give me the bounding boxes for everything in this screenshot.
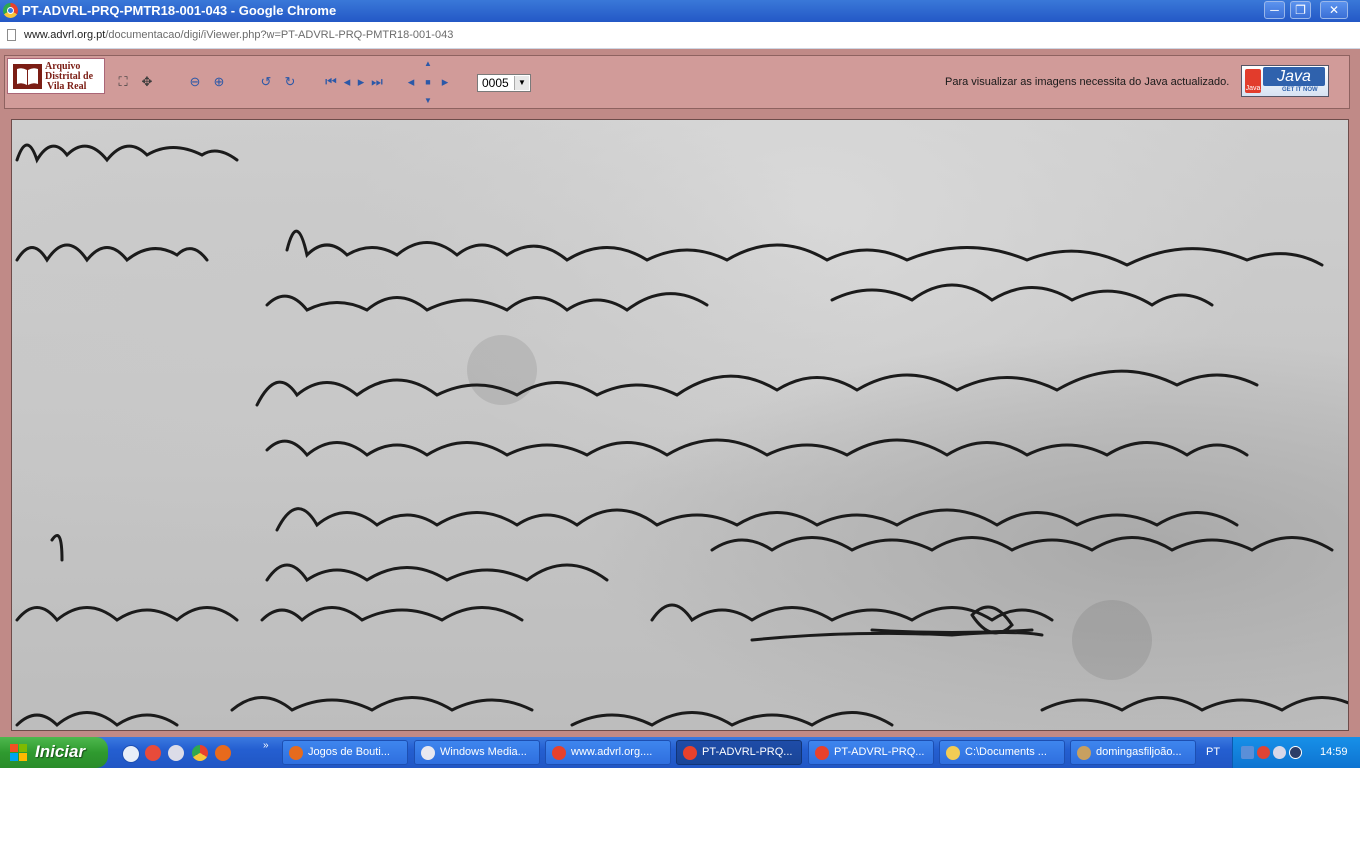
task-label: C:\Documents ...	[965, 746, 1047, 758]
page-icon	[7, 29, 16, 41]
zoom-in-icon[interactable]: ⊕	[211, 74, 227, 90]
script-stroke	[15, 243, 209, 263]
quick-launch-security-icon[interactable]	[145, 745, 161, 761]
task-app-icon	[946, 746, 960, 760]
taskbar-button[interactable]: www.advrl.org....	[545, 740, 671, 765]
task-label: PT-ADVRL-PRQ...	[834, 746, 925, 758]
system-tray: 14:59	[1232, 737, 1360, 768]
document-viewer: Arquivo Distrital de Vila Real ⛶ ✥ ⊖ ⊕ ↺…	[0, 49, 1360, 737]
fit-page-icon[interactable]: ⛶	[115, 74, 131, 90]
rotate-right-icon[interactable]: ↻	[282, 74, 298, 90]
last-page-icon[interactable]: ⏭	[369, 74, 385, 90]
task-app-icon	[1077, 746, 1091, 760]
quick-launch-media-icon[interactable]	[168, 745, 184, 761]
window-title-bar: PT-ADVRL-PRQ-PMTR18-001-043 - Google Chr…	[0, 0, 1360, 22]
next-page-icon[interactable]: ▸	[353, 74, 369, 90]
windows-logo-icon	[10, 744, 27, 761]
first-page-icon[interactable]: ⏮	[323, 74, 339, 90]
pan-down-icon[interactable]: ▼	[420, 93, 436, 109]
maximize-button[interactable]: ❐	[1290, 1, 1311, 19]
task-app-icon	[552, 746, 566, 760]
language-indicator[interactable]: PT	[1206, 746, 1220, 758]
java-cup-icon: Java	[1245, 69, 1261, 93]
script-stroke	[15, 603, 1054, 623]
taskbar-button[interactable]: PT-ADVRL-PRQ...	[676, 740, 802, 765]
zoom-out-icon[interactable]: ⊖	[187, 74, 203, 90]
taskbar-button[interactable]: C:\Documents ...	[939, 740, 1065, 765]
script-stroke	[265, 438, 1249, 458]
script-stroke	[15, 143, 239, 164]
quick-launch-firefox-icon[interactable]	[215, 745, 231, 761]
url-field[interactable]: www.advrl.org.pt/documentacao/digi/iView…	[24, 29, 453, 41]
clock: 14:59	[1320, 746, 1348, 758]
task-label: domingasfiljoão...	[1096, 746, 1182, 758]
quick-launch-chrome-icon[interactable]	[192, 745, 208, 761]
handwriting-scan	[15, 143, 1348, 728]
task-label: PT-ADVRL-PRQ...	[702, 746, 793, 758]
paper-stain	[1072, 600, 1152, 680]
taskbar-button[interactable]: Windows Media...	[414, 740, 540, 765]
quick-launch-overflow-icon[interactable]: »	[263, 740, 269, 751]
address-bar[interactable]: www.advrl.org.pt/documentacao/digi/iView…	[0, 22, 1360, 49]
script-stroke	[50, 534, 1334, 583]
url-host: www.advrl.org.pt	[24, 29, 106, 41]
start-button[interactable]: Iniciar	[0, 737, 108, 768]
script-stroke	[265, 283, 1214, 312]
task-app-icon	[683, 746, 697, 760]
taskbar-button[interactable]: Jogos de Bouti...	[282, 740, 408, 765]
antivirus-icon[interactable]	[1257, 746, 1270, 759]
task-app-icon	[815, 746, 829, 760]
minimize-button[interactable]: ─	[1264, 1, 1285, 19]
chrome-icon	[3, 3, 18, 18]
script-stroke	[285, 229, 1324, 267]
script-stroke	[255, 369, 1259, 407]
taskbar-button[interactable]: PT-ADVRL-PRQ...	[808, 740, 934, 765]
java-cup-label: Java	[1245, 85, 1261, 92]
fit-width-icon[interactable]: ✥	[139, 74, 155, 90]
url-path: /documentacao/digi/iViewer.php?w=PT-ADVR…	[105, 29, 454, 41]
viewer-toolbar: Arquivo Distrital de Vila Real ⛶ ✥ ⊖ ⊕ ↺…	[4, 55, 1350, 109]
java-message: Para visualizar as imagens necessita do …	[945, 76, 1230, 88]
network-icon[interactable]	[1241, 746, 1254, 759]
task-label: www.advrl.org....	[571, 746, 653, 758]
chevron-down-icon[interactable]: ▼	[514, 76, 529, 90]
quick-launch-ie-icon[interactable]	[122, 745, 140, 763]
pan-up-icon[interactable]: ▲	[420, 56, 436, 72]
manuscript-image[interactable]	[11, 119, 1349, 731]
logo-line-3: Vila Real	[47, 81, 87, 92]
script-stroke	[15, 696, 1348, 728]
taskbar-button[interactable]: domingasfiljoão...	[1070, 740, 1196, 765]
windows-taskbar: Iniciar » Jogos de Bouti... Windows Media…	[0, 737, 1360, 768]
archive-logo[interactable]: Arquivo Distrital de Vila Real	[7, 58, 105, 94]
task-app-icon	[421, 746, 435, 760]
close-button[interactable]: ✕	[1320, 1, 1348, 19]
paper-stain	[467, 335, 537, 405]
page-select[interactable]: 0005 ▼	[477, 74, 531, 92]
security-shield-icon[interactable]	[1289, 746, 1302, 759]
java-tagline: GET IT NOW	[1282, 87, 1318, 93]
pan-left-icon[interactable]: ◂	[403, 74, 419, 90]
window-title: PT-ADVRL-PRQ-PMTR18-001-043 - Google Chr…	[22, 3, 337, 18]
volume-icon[interactable]	[1273, 746, 1286, 759]
pan-right-icon[interactable]: ▸	[437, 74, 453, 90]
logo-text: Arquivo Distrital de Vila Real	[45, 62, 93, 92]
task-app-icon	[289, 746, 303, 760]
rotate-left-icon[interactable]: ↺	[258, 74, 274, 90]
java-get-it-now-button[interactable]: Java Java GET IT NOW	[1241, 65, 1329, 97]
task-label: Jogos de Bouti...	[308, 746, 390, 758]
script-stroke	[750, 605, 1044, 642]
book-icon	[13, 64, 42, 89]
task-label: Windows Media...	[440, 746, 527, 758]
start-label: Iniciar	[35, 742, 86, 761]
script-stroke	[275, 507, 1239, 532]
pan-center-icon[interactable]: ■	[420, 74, 436, 90]
page-select-value: 0005	[482, 76, 509, 90]
java-wordmark: Java	[1263, 67, 1325, 86]
